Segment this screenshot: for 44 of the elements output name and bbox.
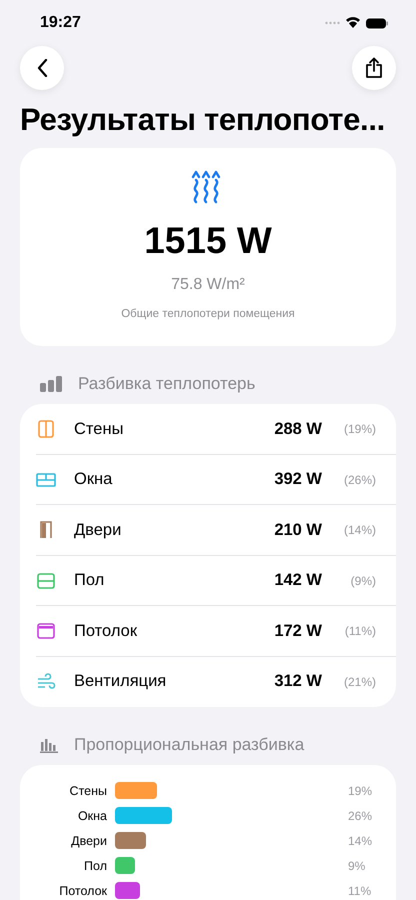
bar-label: Окна — [76, 808, 108, 822]
bar-label: Двери — [70, 834, 108, 848]
status-time: 19:27 — [40, 14, 81, 32]
bar-percent: 19% — [348, 784, 372, 798]
heat-loss-per-area: 75.8 W/m² — [171, 276, 245, 294]
share-button[interactable] — [352, 46, 396, 90]
bar-label: Пол — [83, 858, 108, 872]
item-value: 142 W — [273, 571, 322, 590]
share-icon — [365, 57, 383, 79]
battery-icon — [366, 18, 388, 28]
item-percent: (9%) — [350, 574, 377, 588]
item-percent: (14%) — [342, 523, 377, 538]
item-name: Пол — [74, 571, 106, 590]
bar-percent: 9% — [348, 858, 366, 872]
item-name: Окна — [74, 470, 114, 490]
item-percent: (26%) — [342, 472, 377, 487]
item-value: 210 W — [273, 520, 322, 540]
bar-chart-icon — [40, 376, 62, 392]
signal-icon — [325, 21, 340, 25]
item-name: Стены — [74, 420, 124, 439]
item-percent: (11%) — [344, 624, 377, 638]
back-button[interactable] — [20, 46, 64, 90]
item-value: 312 W — [273, 672, 322, 692]
bar-percent: 26% — [348, 808, 372, 822]
item-name: Вентиляция — [74, 672, 168, 692]
bar-label: Стены — [68, 784, 108, 798]
item-name: Двери — [74, 520, 122, 540]
bar-percent: 14% — [348, 834, 372, 848]
chevron-left-icon — [36, 59, 48, 77]
bar-percent: 11% — [348, 884, 372, 898]
total-heat-loss: 1515 W — [144, 220, 272, 262]
item-value: 288 W — [273, 420, 322, 439]
wifi-icon — [345, 17, 361, 29]
section-header: Пропорциональная разбивка — [74, 735, 304, 755]
bar-label: Потолок — [58, 884, 108, 898]
section-header: Разбивка теплопотерь — [78, 374, 256, 394]
bar-chart-icon — [40, 737, 58, 753]
item-name: Потолок — [74, 622, 138, 641]
page-title: Результаты теплопоте... — [20, 102, 386, 138]
item-value: 392 W — [273, 470, 322, 490]
item-percent: (21%) — [342, 674, 377, 689]
item-value: 172 W — [273, 622, 322, 641]
item-percent: (19%) — [342, 422, 377, 436]
summary-caption: Общие теплопотери помещения — [121, 308, 295, 320]
